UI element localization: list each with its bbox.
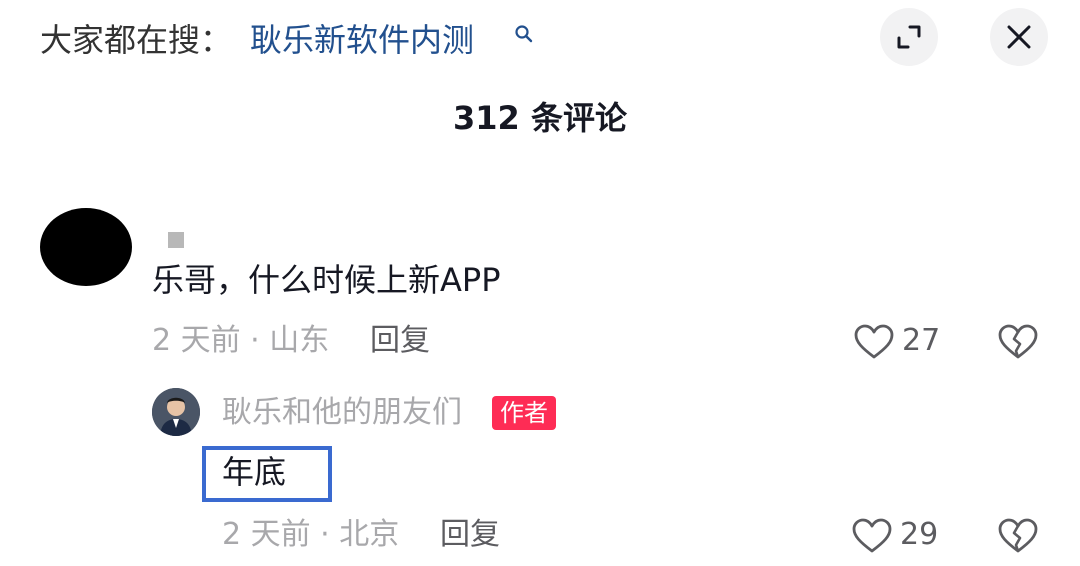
search-prefix: 大家都在搜： <box>40 21 233 59</box>
like-count: 29 <box>900 517 939 552</box>
like-count: 27 <box>902 323 941 358</box>
search-icon[interactable] <box>514 24 534 44</box>
close-button[interactable] <box>990 8 1048 66</box>
expand-button[interactable] <box>880 8 938 66</box>
search-suggestion-link[interactable]: 耿乐新软件内测 <box>250 18 474 62</box>
comments-count-title: 312 条评论 <box>453 99 627 137</box>
heart-icon[interactable] <box>854 324 894 360</box>
comment-text: 乐哥，什么时候上新APP <box>152 261 501 299</box>
author-avatar[interactable] <box>152 388 200 436</box>
comment-meta: 2 天前 · 山东 <box>152 323 330 358</box>
reply-author-name[interactable]: 耿乐和他的朋友们 <box>222 392 462 434</box>
expand-icon <box>897 25 921 49</box>
reply-button[interactable]: 回复 <box>370 320 430 362</box>
heart-icon[interactable] <box>852 518 892 554</box>
close-icon <box>1007 25 1031 49</box>
reply-text: 年底 <box>222 453 287 491</box>
avatar[interactable] <box>40 208 132 286</box>
masked-username[interactable] <box>168 232 184 248</box>
reply-meta: 2 天前 · 北京 <box>222 517 400 552</box>
author-avatar-image <box>152 388 200 436</box>
dislike-icon[interactable] <box>998 324 1038 360</box>
dislike-icon[interactable] <box>998 518 1038 554</box>
author-badge: 作者 <box>492 396 556 430</box>
reply-button[interactable]: 回复 <box>440 514 500 556</box>
